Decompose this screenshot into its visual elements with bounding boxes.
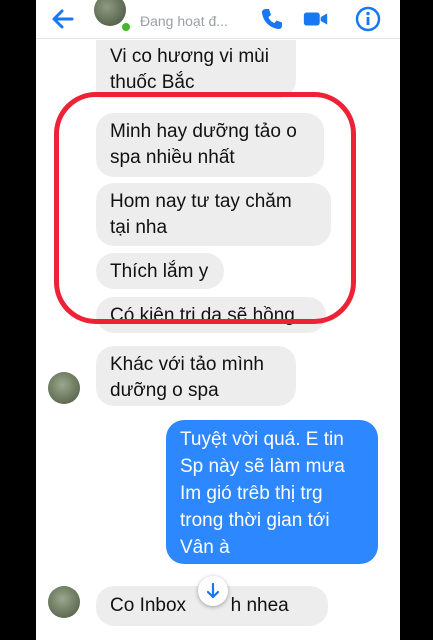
scroll-to-bottom-button[interactable] bbox=[198, 576, 228, 606]
arrow-down-icon bbox=[206, 582, 220, 599]
messenger-screen: Đang hoạt đ... Vi co hương vi mùi thuốc … bbox=[36, 0, 400, 640]
sent-message[interactable]: Tuyệt vời quá. E tin Sp này sẽ làm mưa I… bbox=[166, 420, 378, 564]
active-status: Đang hoạt đ... bbox=[140, 13, 228, 29]
received-message[interactable]: Vi co hương vi mùi thuốc Bắc bbox=[96, 40, 296, 98]
video-camera-icon[interactable] bbox=[302, 5, 330, 33]
sender-avatar[interactable] bbox=[48, 586, 80, 618]
online-status-dot bbox=[120, 21, 132, 33]
chat-header: Đang hoạt đ... bbox=[36, 0, 400, 39]
bottom-edge bbox=[36, 634, 400, 640]
info-icon[interactable] bbox=[354, 5, 382, 33]
phone-icon[interactable] bbox=[258, 5, 286, 33]
red-highlight-circle bbox=[54, 92, 356, 324]
received-message[interactable]: Khác với tảo mình dưỡng o spa bbox=[96, 346, 296, 406]
back-arrow-icon[interactable] bbox=[50, 6, 76, 32]
sender-avatar[interactable] bbox=[48, 372, 80, 404]
